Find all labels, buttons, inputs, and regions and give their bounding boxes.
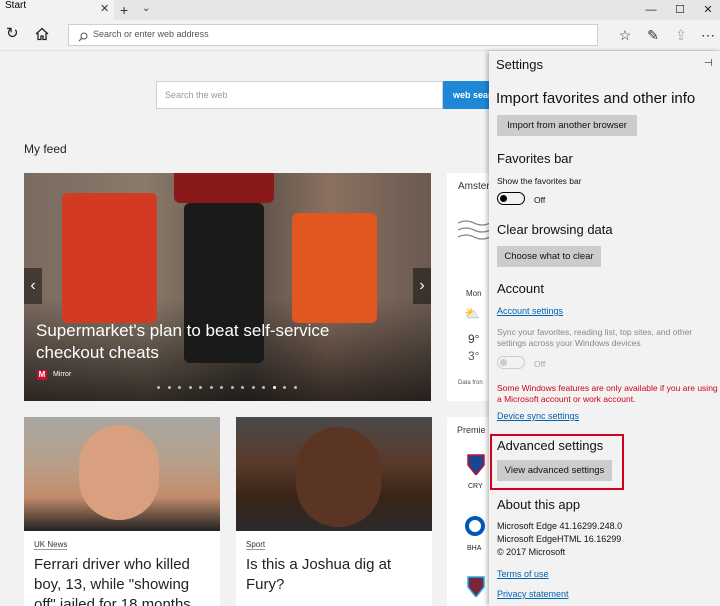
choose-what-to-clear-button[interactable]: Choose what to clear xyxy=(497,246,601,267)
new-tab-icon[interactable]: + xyxy=(120,2,128,18)
tab-title: Start xyxy=(5,0,27,11)
hero-source: Mirror xyxy=(53,371,72,378)
bha-crest-icon xyxy=(464,515,486,537)
account-settings-link[interactable]: Account settings xyxy=(497,306,563,316)
share-icon[interactable]: ⇪ xyxy=(673,27,689,43)
card-title[interactable]: Ferrari driver who killed boy, 13, while… xyxy=(34,555,214,606)
partly-sunny-icon: ⛅ xyxy=(464,306,481,321)
favorites-bar-heading: Favorites bar xyxy=(497,151,573,166)
account-warning: Some Windows features are only available… xyxy=(497,383,718,404)
pin-icon[interactable]: ⊣ xyxy=(704,58,713,69)
about-engine: Microsoft EdgeHTML 16.16299 xyxy=(497,534,622,544)
settings-title: Settings xyxy=(496,57,543,72)
refresh-icon[interactable]: ↻ xyxy=(6,26,22,42)
address-placeholder: Search or enter web address xyxy=(93,29,209,39)
minimize-icon[interactable]: — xyxy=(637,0,665,20)
hero-bag-left xyxy=(62,193,157,323)
pen-icon[interactable]: ✎ xyxy=(645,27,661,43)
weather-day: Mon xyxy=(466,289,482,298)
carousel-dot[interactable] xyxy=(188,386,192,389)
advanced-settings-heading: Advanced settings xyxy=(497,438,604,453)
news-card-image[interactable] xyxy=(236,417,432,531)
carousel-dot[interactable] xyxy=(241,386,244,389)
close-tab-icon[interactable]: ✕ xyxy=(100,4,110,15)
import-heading: Import favorites and other info xyxy=(496,90,696,107)
sync-state: Off xyxy=(534,359,546,369)
team-code: BHA xyxy=(467,545,482,552)
carousel-dot[interactable] xyxy=(157,386,160,389)
terms-link[interactable]: Terms of use xyxy=(497,569,549,579)
carousel-dots xyxy=(157,386,307,392)
clear-data-heading: Clear browsing data xyxy=(497,222,613,237)
account-heading: Account xyxy=(497,281,544,296)
web-search-placeholder: Search the web xyxy=(165,90,228,100)
carousel-dot[interactable] xyxy=(167,386,171,389)
news-card-face xyxy=(79,425,159,520)
weather-widget[interactable] xyxy=(447,173,490,401)
hero-coat xyxy=(174,173,274,203)
whu-crest-icon xyxy=(466,575,486,599)
sync-toggle[interactable] xyxy=(497,356,525,369)
home-icon[interactable] xyxy=(34,26,50,42)
cry-crest-icon xyxy=(466,453,486,477)
about-copyright: © 2017 Microsoft xyxy=(497,547,566,557)
carousel-dot[interactable] xyxy=(272,386,276,389)
close-window-icon[interactable]: ✕ xyxy=(694,0,720,20)
carousel-dot[interactable] xyxy=(262,386,265,389)
wind-icon xyxy=(457,215,491,245)
news-card-face xyxy=(296,427,381,527)
weather-location: Amster xyxy=(458,181,490,192)
hero-prev-button[interactable]: ‹ xyxy=(24,268,42,304)
more-icon[interactable]: ⋯ xyxy=(700,27,716,43)
maximize-icon[interactable]: ☐ xyxy=(666,0,694,20)
card-category: Sport xyxy=(246,540,266,550)
carousel-dot[interactable] xyxy=(220,386,223,389)
import-button[interactable]: Import from another browser xyxy=(497,115,637,136)
carousel-dot[interactable] xyxy=(283,386,286,389)
favorites-bar-toggle[interactable] xyxy=(497,192,525,205)
card-title[interactable]: Is this a Joshua dig at Fury? xyxy=(246,555,426,606)
about-version: Microsoft Edge 41.16299.248.0 xyxy=(497,521,623,531)
carousel-dot[interactable] xyxy=(293,386,297,389)
privacy-link[interactable]: Privacy statement xyxy=(497,589,569,599)
hero-next-button[interactable]: › xyxy=(413,268,431,304)
hero-image[interactable] xyxy=(24,173,431,401)
carousel-dot[interactable] xyxy=(209,386,213,389)
about-heading: About this app xyxy=(497,497,581,512)
carousel-dot[interactable] xyxy=(251,386,255,389)
favorites-icon[interactable]: ☆ xyxy=(617,27,633,43)
carousel-dot[interactable] xyxy=(178,386,181,389)
carousel-dot[interactable] xyxy=(230,386,234,389)
weather-high: 9° xyxy=(468,332,480,346)
team-code: CRY xyxy=(468,483,483,490)
favorites-bar-state: Off xyxy=(534,195,546,205)
news-card-image[interactable] xyxy=(24,417,220,531)
hero-headline[interactable]: Supermarket's plan to beat self-service … xyxy=(36,320,376,364)
view-advanced-settings-button[interactable]: View advanced settings xyxy=(497,460,612,481)
favorites-bar-label: Show the favorites bar xyxy=(497,176,582,186)
toggle-knob xyxy=(500,194,507,202)
search-icon xyxy=(78,29,88,42)
hero-bag-right xyxy=(292,213,377,323)
mirror-logo-icon: M xyxy=(37,370,47,380)
feed-title: My feed xyxy=(24,142,67,156)
sync-description: Sync your favorites, reading list, top s… xyxy=(497,327,693,348)
chevron-down-icon[interactable]: ⌄ xyxy=(142,3,150,14)
device-sync-link[interactable]: Device sync settings xyxy=(497,411,579,421)
weather-footer: Data fron xyxy=(458,380,483,386)
toggle-knob xyxy=(500,358,507,366)
carousel-dot[interactable] xyxy=(199,386,202,389)
card-category: UK News xyxy=(34,540,68,550)
premier-title: Premie xyxy=(457,425,486,435)
weather-low: 3° xyxy=(468,349,480,363)
